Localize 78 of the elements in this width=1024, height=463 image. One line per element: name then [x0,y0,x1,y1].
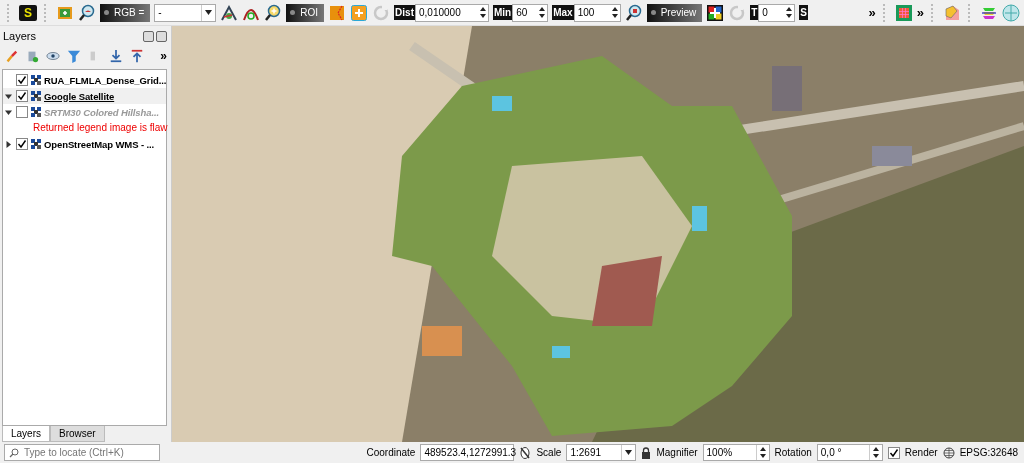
spin-arrows-icon[interactable] [480,7,486,18]
zoom-in-icon[interactable] [264,3,283,22]
spin-box[interactable]: 100 [573,3,621,22]
float-icon[interactable] [143,30,154,42]
polygon-roi-icon[interactable] [328,3,347,22]
grid-icon[interactable] [894,3,913,22]
overflow-button[interactable]: » [916,5,924,20]
layer-checkbox[interactable] [16,74,28,86]
raster-layer-icon [31,107,41,117]
panel-tab[interactable]: Browser [50,426,105,442]
color-plus-icon[interactable] [706,3,725,22]
panel-title: Layers [3,30,37,42]
coordinate-field[interactable]: 489523.4,1272991.3 [420,444,515,461]
zoom-preview-icon[interactable] [624,3,643,22]
toggle-button[interactable]: Preview [646,3,703,22]
layer-row[interactable]: OpenStreetMap WMS - ... [3,136,166,152]
add-icon[interactable] [350,3,369,22]
layer-row[interactable]: Google Satellite [3,88,166,104]
layer-name: SRTM30 Colored Hillsha... [44,106,160,118]
status-label: Render [904,447,938,458]
scale-combo-box[interactable]: 1:2691 [566,444,637,461]
status-label: Rotation [774,447,812,458]
globe-icon[interactable] [942,446,955,459]
style-manager-icon[interactable] [4,49,18,63]
raster-layer-icon [31,91,41,101]
panel-tab[interactable]: Layers [2,426,50,442]
locator-search-field[interactable]: Type to locate (Ctrl+K) [4,444,160,461]
toggle-button[interactable]: ROI [286,3,325,22]
field-label: T [750,5,759,20]
layer-checkbox[interactable] [16,138,28,150]
polygon-icon[interactable] [943,3,961,22]
zoom-to-layer-icon[interactable] [78,3,96,22]
expand-all-icon[interactable] [109,49,123,63]
layer-name: Google Satellite [44,90,115,102]
lock-icon[interactable] [641,446,652,459]
legend-error-text: Returned legend image is flaw [32,121,166,135]
spin-arrows-icon[interactable] [539,7,546,18]
layer-name: RUA_FLMLA_Dense_Grid... [44,74,167,86]
spin-arrows-icon[interactable] [872,447,879,458]
field-label: Max [552,5,574,20]
magnifier-spin-box[interactable]: 100% [702,444,770,461]
status-label: Scale [536,447,562,458]
overflow-button[interactable]: » [868,5,876,20]
dropdown-arrow-icon[interactable] [625,450,633,455]
field-label: S [799,5,809,20]
spin-box[interactable]: 60 [512,3,549,22]
expand-arrow-icon[interactable] [5,140,12,148]
plugin-key-button[interactable]: S [19,4,37,21]
raster-layer-icon [31,139,41,149]
collapse-arrow-icon[interactable] [5,92,12,100]
filter-icon[interactable] [67,49,81,63]
layer-name: OpenStreetMap WMS - ... [44,138,155,150]
layer-checkbox[interactable] [16,106,28,118]
layer-row[interactable]: RUA_FLMLA_Dense_Grid... [3,72,166,88]
status-label: Magnifier [656,447,698,458]
spin-box[interactable]: 0 [758,3,796,22]
close-icon[interactable] [156,30,167,42]
crs-label[interactable]: EPSG:32648 [959,447,1018,458]
spin-arrows-icon[interactable] [759,447,766,458]
raster-layer-icon [31,75,41,85]
render-checkbox[interactable] [887,446,900,459]
dropdown-arrow-icon[interactable] [205,10,213,15]
band-combo-box[interactable]: - [154,3,217,22]
search-icon [9,447,19,458]
collapse-all-icon[interactable] [130,49,144,63]
field-label: Dist [394,5,415,20]
status-label: Coordinate [366,447,416,458]
layer-checkbox[interactable] [16,90,28,102]
overflow-button[interactable]: » [160,49,167,63]
visibility-eye-icon[interactable] [46,49,60,63]
spin-box[interactable]: 0,010000 [415,3,489,22]
collapse-arrow-icon[interactable] [5,108,12,116]
toggle-button[interactable]: RGB = [100,3,151,22]
aerial-map-drawing[interactable] [172,26,1024,442]
rotation-spin-box[interactable]: 0,0 ° [816,444,883,461]
field-label: Min [493,5,513,20]
spin-arrows-icon[interactable] [786,7,793,18]
spin-arrows-icon[interactable] [611,7,618,18]
